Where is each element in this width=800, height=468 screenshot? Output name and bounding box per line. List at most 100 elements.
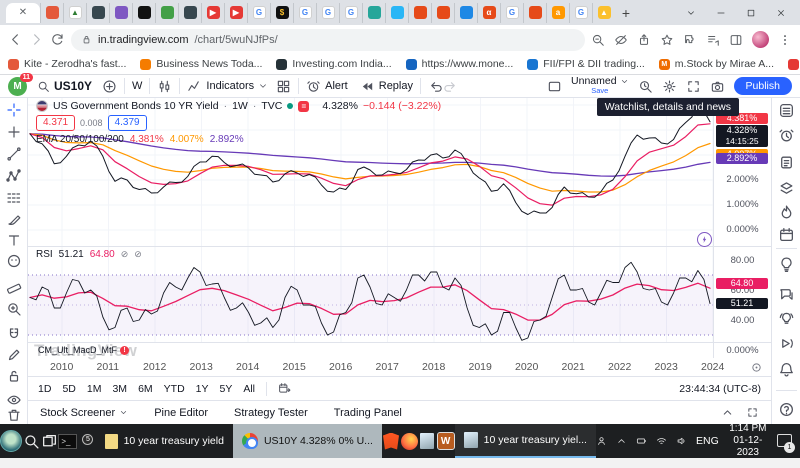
share-icon[interactable] — [637, 33, 651, 47]
bottom-tab-strategy-tester[interactable]: Strategy Tester — [234, 407, 308, 419]
pinned-tab-22[interactable]: a — [546, 3, 569, 23]
tv-avatar[interactable]: M 11 — [8, 77, 27, 96]
trend-tool-icon[interactable] — [6, 146, 22, 162]
pinned-tab-0[interactable] — [40, 3, 63, 23]
go-to-date-icon[interactable] — [278, 382, 291, 395]
media-controls-icon[interactable] — [706, 33, 720, 47]
crosshair-tool-icon[interactable] — [6, 102, 22, 118]
pinned-tab-3[interactable] — [109, 3, 132, 23]
settings-gear-icon[interactable] — [662, 79, 677, 94]
range-5y[interactable]: 5Y — [220, 383, 233, 395]
people-icon[interactable] — [596, 434, 607, 448]
pinned-tab-7[interactable]: ▶ — [201, 3, 224, 23]
language-indicator[interactable]: ENG — [696, 435, 719, 447]
boost-icon[interactable] — [697, 232, 712, 247]
range-1m[interactable]: 1M — [87, 383, 102, 395]
mail-button[interactable]: 5 — [77, 424, 95, 458]
start-button[interactable] — [0, 424, 22, 458]
collapse-panel-icon[interactable] — [721, 406, 734, 419]
layers-panel-icon[interactable] — [778, 180, 795, 197]
side-panel-icon[interactable] — [729, 33, 743, 47]
price-scale[interactable]: 2.000%1.000%0.000%80.0060.0040.000.000%4… — [713, 98, 771, 358]
help-panel-icon[interactable] — [778, 401, 795, 418]
pinned-tab-21[interactable] — [523, 3, 546, 23]
layout-name-button[interactable]: Unnamed Save — [571, 77, 629, 95]
bulb-panel-icon[interactable] — [778, 256, 795, 273]
save-label[interactable]: Save — [591, 86, 608, 95]
pinned-tab-14[interactable] — [362, 3, 385, 23]
pinned-tab-2[interactable] — [86, 3, 109, 23]
plus-tool-icon[interactable] — [6, 124, 22, 140]
pinned-tab-12[interactable]: G — [316, 3, 339, 23]
alert-button[interactable]: Alert — [306, 79, 348, 94]
textT-tool-icon[interactable] — [6, 232, 22, 248]
pinned-tab-16[interactable] — [408, 3, 431, 23]
time-axis[interactable]: 2010201120122013201420152016201720182019… — [28, 358, 771, 376]
pinned-tab-20[interactable]: G — [500, 3, 523, 23]
address-bar[interactable]: in.tradingview.com/chart/5wuNJfPs/ — [71, 29, 585, 51]
forward-icon[interactable] — [29, 32, 44, 47]
taskbar-search[interactable] — [22, 424, 40, 458]
rsi-legend[interactable]: RSI 51.21 64.80 ⊘ ⊘ — [36, 249, 142, 260]
word-app[interactable]: W — [436, 424, 454, 458]
bookmark-item[interactable]: Links - Linkly — [788, 58, 800, 70]
minimize-icon[interactable] — [708, 4, 734, 22]
notepad-app[interactable] — [418, 424, 436, 458]
macd-legend[interactable]: CM_Ult_MacD_MtF ! — [38, 345, 129, 355]
symbol-search-button[interactable]: US10Y — [37, 79, 92, 93]
pinned-tab-23[interactable]: G — [569, 3, 592, 23]
active-tab[interactable]: ✕ — [6, 3, 40, 23]
flame-panel-icon[interactable] — [778, 204, 795, 221]
range-1y[interactable]: 1Y — [196, 383, 209, 395]
close-icon[interactable]: ✕ — [19, 7, 27, 18]
indicator-templates-icon[interactable] — [276, 79, 291, 94]
playstream-panel-icon[interactable] — [778, 335, 795, 352]
zoom-icon[interactable] — [591, 33, 605, 47]
zoomin-tool-icon[interactable] — [6, 301, 22, 317]
smiley-tool-icon[interactable] — [6, 253, 22, 269]
snapshot-camera-icon[interactable] — [710, 79, 725, 94]
publish-button[interactable]: Publish — [734, 77, 792, 95]
pinned-tab-10[interactable]: $ — [270, 3, 293, 23]
notification-center[interactable]: 1 — [777, 434, 792, 449]
bottom-tab-trading-panel[interactable]: Trading Panel — [334, 407, 402, 419]
range-all[interactable]: All — [243, 383, 255, 395]
lock-tool-icon[interactable] — [6, 368, 22, 384]
bottom-tab-stock-screener[interactable]: Stock Screener — [40, 407, 128, 419]
bookmark-item[interactable]: Kite - Zerodha's fast... — [8, 58, 126, 70]
undo-icon[interactable] — [428, 79, 443, 94]
calendar-panel-icon[interactable] — [778, 226, 795, 243]
list3-panel-icon[interactable] — [778, 102, 795, 119]
range-5d[interactable]: 5D — [62, 383, 75, 395]
terminal-button[interactable]: >_ — [58, 424, 77, 458]
range-3m[interactable]: 3M — [112, 383, 127, 395]
brush-tool-icon[interactable] — [6, 211, 22, 227]
symbol-legend[interactable]: US Government Bonds 10 YR Yield · 1W · T… — [36, 100, 441, 145]
bookmark-item[interactable]: Mm.Stock by Mirae A... — [659, 58, 774, 70]
speaker-icon[interactable] — [676, 434, 687, 448]
fullscreen-icon[interactable] — [686, 79, 701, 94]
bid-value[interactable]: 4.371 — [36, 115, 75, 131]
pinned-tab-11[interactable]: G — [293, 3, 316, 23]
new-tab-button[interactable]: + — [615, 3, 637, 23]
pinned-tab-6[interactable] — [178, 3, 201, 23]
scroll-to-realtime-icon[interactable] — [750, 361, 763, 374]
pinned-tab-18[interactable] — [454, 3, 477, 23]
bookmark-star-icon[interactable] — [660, 33, 674, 47]
layout-panel-icon[interactable] — [547, 79, 562, 94]
sticky-note-app[interactable]: 10 year treasury yield — [96, 424, 233, 458]
trash-tool-icon[interactable] — [6, 407, 22, 423]
maximize-panel-icon[interactable] — [746, 406, 759, 419]
pinned-tab-17[interactable] — [431, 3, 454, 23]
bookmark-item[interactable]: Business News Toda... — [140, 58, 262, 70]
pencil-tool-icon[interactable] — [6, 347, 22, 363]
bookmark-item[interactable]: Investing.com India... — [276, 58, 391, 70]
pattern-tool-icon[interactable] — [6, 168, 22, 184]
ruler-tool-icon[interactable] — [6, 278, 22, 294]
password-eye-icon[interactable] — [614, 33, 628, 47]
replay-button[interactable]: Replay — [360, 79, 413, 94]
chat-panel-icon[interactable] — [778, 286, 795, 303]
pinned-tab-9[interactable]: G — [247, 3, 270, 23]
reload-icon[interactable] — [50, 32, 65, 47]
pinned-tab-5[interactable] — [155, 3, 178, 23]
